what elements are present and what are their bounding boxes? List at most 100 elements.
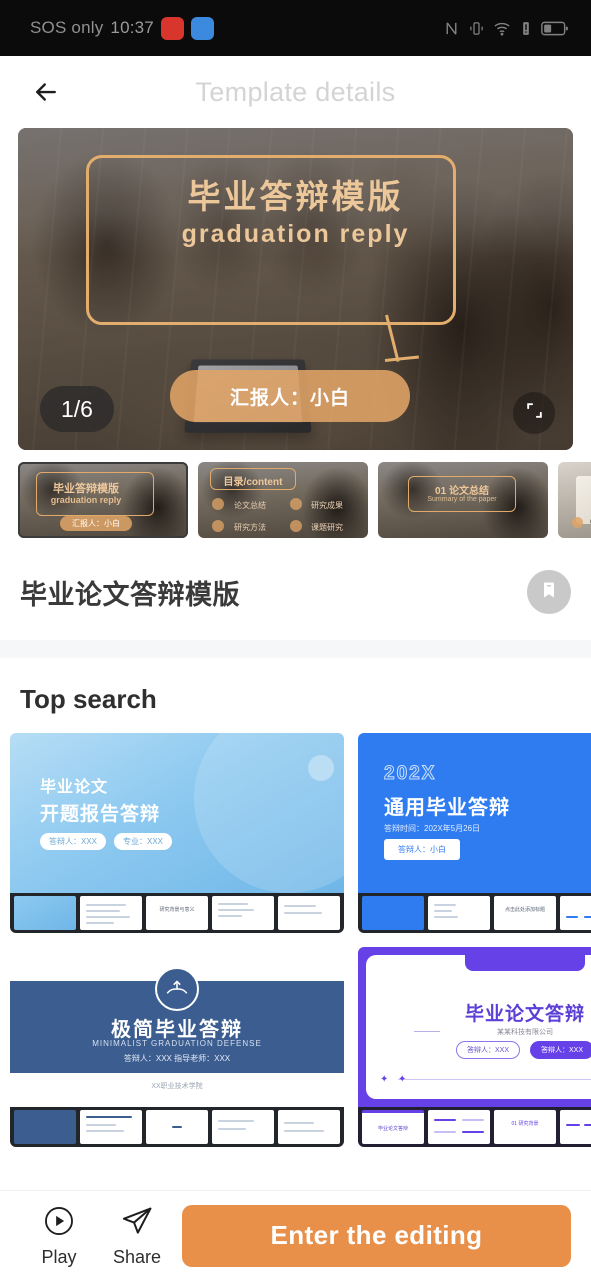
card-jijian-line1: 极简毕业答辩	[111, 1019, 243, 1041]
card-jijian-mini-1	[14, 1110, 76, 1144]
thumb2-dot-3	[212, 520, 224, 532]
card-lunwen-tag-1: 答辩人：XXX	[455, 1041, 520, 1059]
slide-thumbnail-strip[interactable]: 毕业答辩模版 graduation reply 汇报人：小白 目录/conten…	[0, 450, 591, 548]
bookmark-icon	[539, 580, 559, 605]
slide-preview[interactable]: 毕业答辩模版 graduation reply 汇报人：小白 1/6	[18, 128, 573, 450]
battery-icon	[541, 20, 569, 37]
app-header: Template details	[0, 56, 591, 128]
card-lunwen-mini-2	[428, 1110, 490, 1144]
collect-button[interactable]	[527, 570, 571, 614]
thumbnail-2-title-cn: 目录/content	[223, 477, 283, 488]
card-tongyong-mini-3: 点击此处添加标题	[494, 896, 556, 930]
share-label: Share	[112, 1246, 162, 1267]
card-lunwen-line2: 某某科技有限公司	[497, 1029, 553, 1036]
thumb2-dot-4	[290, 520, 302, 532]
back-button[interactable]	[14, 60, 78, 124]
notification-app-icon-blue	[190, 16, 214, 40]
thumbnail-1-pill: 汇报人：小白	[60, 516, 132, 531]
card-jijian-cover: 极简毕业答辩 MINIMALIST GRADUATION DEFENSE 答辩人…	[10, 947, 344, 1107]
thumbnail-slide-4[interactable]: 01 引言	[558, 462, 591, 538]
card-tongyong-thumb-strip: 点击此处添加标题	[358, 893, 591, 933]
thumbnail-2-item-3: 研究方法	[234, 523, 266, 532]
card-lunwen-line1: 毕业论文答辩	[464, 1004, 585, 1025]
card-tongyong-mini-4	[560, 896, 591, 930]
card-jijian-mini-4	[212, 1110, 274, 1144]
section-divider	[0, 640, 591, 658]
speech-bubble-tail	[385, 319, 431, 365]
preview-title-en: graduation reply	[181, 220, 410, 248]
card-jijian-inner: 极简毕业答辩 MINIMALIST GRADUATION DEFENSE 答辩人…	[10, 947, 344, 1147]
carrier-label: SOS only	[30, 18, 104, 37]
bottom-action-bar: Play Share Enter the editing	[0, 1190, 591, 1280]
thumbnail-2-item-2: 研究成果	[311, 501, 343, 510]
card-tongyong-year: 202X	[383, 763, 437, 785]
card-tongyong-tag: 答辩人：小白	[384, 839, 460, 860]
share-button[interactable]: Share	[98, 1204, 176, 1268]
card-kaiti-mini-1	[14, 896, 76, 930]
notification-app-icon-red	[160, 16, 184, 40]
card-lunwen-tag-2: 答辩人：XXX	[530, 1041, 591, 1059]
sparkle-icon-1: ✦	[380, 1074, 389, 1085]
preview-speaker-pill: 汇报人：小白	[170, 370, 410, 422]
card-lunwen-cover: 毕业论文答辩 某某科技有限公司 答辩人：XXX 答辩人：XXX ✦ ✦ ✦	[358, 947, 591, 1107]
preview-section: 毕业答辩模版 graduation reply 汇报人：小白 1/6	[0, 128, 591, 450]
card-kaiti-tags: 答辩人：XXX 专业：XXX	[40, 833, 173, 850]
template-name: 毕业论文答辩模版	[20, 579, 240, 610]
card-lunwen-divider-line	[398, 1079, 591, 1080]
status-bar-left: SOS only 10:37	[16, 16, 214, 40]
template-card-tongyong[interactable]: 202X 通用毕业答辩 答辩时间：202X年5月26日 答辩人：小白 汇报人 点…	[358, 733, 591, 933]
thumbnail-2-item-4: 课题研究	[311, 523, 343, 532]
status-bar-right	[443, 20, 575, 37]
thumbnail-1-title-en: graduation reply	[50, 495, 122, 505]
card-lunwen-notch	[465, 955, 585, 971]
page-title: Template details	[195, 76, 396, 107]
card-kaiti-tag-2: 专业：XXX	[114, 833, 173, 850]
card-kaiti-tag-1: 答辩人：XXX	[40, 833, 107, 850]
thumbnail-slide-3[interactable]: 01 论文总结 Summary of the paper	[378, 462, 548, 538]
play-circle-icon	[42, 1204, 76, 1243]
card-tongyong-mini-1	[362, 896, 424, 930]
fullscreen-icon	[525, 401, 544, 425]
clock-label: 10:37	[110, 18, 154, 37]
signal-icon	[520, 20, 532, 37]
thumbnail-slide-1[interactable]: 毕业答辩模版 graduation reply 汇报人：小白	[18, 462, 188, 538]
template-title-row: 毕业论文答辩模版	[0, 548, 591, 640]
thumb4-dot	[572, 517, 583, 528]
card-kaiti-mini-4	[212, 896, 274, 930]
thumbnail-2-item-1: 论文总结	[234, 501, 266, 510]
nfc-icon	[443, 20, 460, 37]
card-kaiti-mini-5	[278, 896, 340, 930]
card-kaiti-line1: 毕业论文	[40, 779, 109, 796]
card-kaiti-cover: 毕业论文 开题报告答辩 答辩人：XXX 专业：XXX	[10, 733, 344, 893]
thumbnail-3-title-en: Summary of the paper	[427, 496, 497, 503]
play-button[interactable]: Play	[20, 1204, 98, 1268]
top-search-heading: Top search	[20, 684, 157, 714]
fullscreen-button[interactable]	[513, 392, 555, 434]
thumb2-dot-1	[212, 498, 224, 510]
arrow-left-icon	[31, 77, 61, 107]
card-lunwen-mini-1: 毕业论文答辩	[362, 1110, 424, 1144]
card-lunwen-mini-4	[560, 1110, 591, 1144]
card-lunwen-mini-3: 01 研究背景	[494, 1110, 556, 1144]
card-jijian-mini-3	[146, 1110, 208, 1144]
vibrate-icon	[469, 20, 484, 37]
card-lunwen-thumb-strip: 毕业论文答辩 01 研究背景	[358, 1107, 591, 1147]
enter-editing-button[interactable]: Enter the editing	[182, 1204, 571, 1267]
thumbnail-slide-2[interactable]: 目录/content 论文总结 研究成果 研究方法 课题研究	[198, 462, 368, 538]
card-jijian-footer: XX职业技术学院	[151, 1083, 203, 1090]
card-kaiti-thumb-strip: 研究背景与意义	[10, 893, 344, 933]
template-card-kaiti[interactable]: 毕业论文 开题报告答辩 答辩人：XXX 专业：XXX 研究背景与意义	[10, 733, 344, 933]
card-lunwen-tags: 答辩人：XXX 答辩人：XXX	[358, 1041, 591, 1059]
card-kaiti-line2: 开题报告答辩	[40, 804, 161, 825]
page-indicator-badge: 1/6	[40, 386, 114, 432]
preview-title-cn: 毕业答辩模版	[187, 178, 404, 215]
play-label: Play	[41, 1246, 77, 1267]
wifi-icon	[493, 20, 511, 37]
card-tongyong-cover: 202X 通用毕业答辩 答辩时间：202X年5月26日 答辩人：小白 汇报人	[358, 733, 591, 893]
card-jijian-thumb-strip	[10, 1107, 344, 1147]
template-card-lunwen[interactable]: 毕业论文答辩 某某科技有限公司 答辩人：XXX 答辩人：XXX ✦ ✦ ✦ 毕业…	[358, 947, 591, 1147]
card-jijian-mini-5	[278, 1110, 340, 1144]
template-card-jijian[interactable]: 极简毕业答辩 MINIMALIST GRADUATION DEFENSE 答辩人…	[10, 947, 344, 1147]
thumbnail-3-title-cn: 01 论文总结	[435, 486, 489, 497]
card-kaiti-mini-2	[80, 896, 142, 930]
